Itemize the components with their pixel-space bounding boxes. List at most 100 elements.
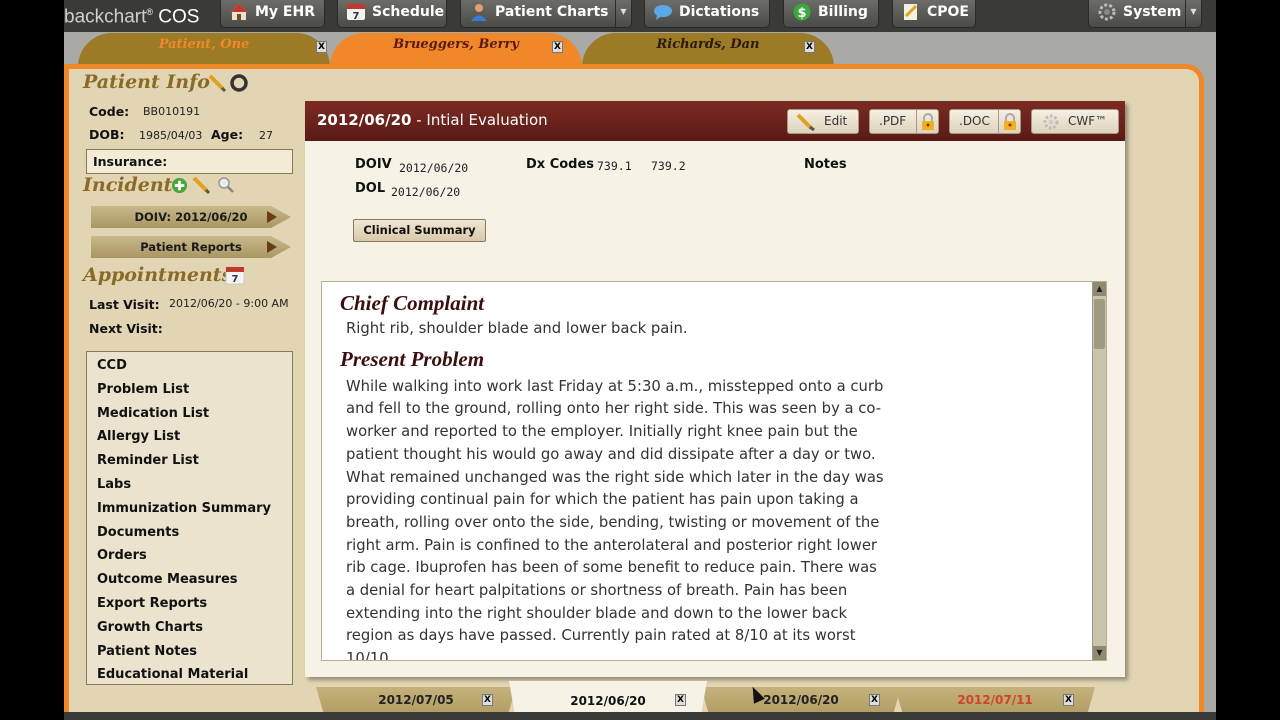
close-tab-icon[interactable]: X <box>316 41 327 53</box>
menu-item-labs[interactable]: Labs <box>87 474 292 498</box>
menu-item-documents[interactable]: Documents <box>87 522 292 546</box>
code-value: BB010191 <box>143 105 201 118</box>
nav-billing-button[interactable]: $ Billing <box>783 0 879 28</box>
dx-code: 739.2 <box>651 159 686 173</box>
patient-tab-richards-dan[interactable]: Richards, Dan X <box>582 33 834 67</box>
close-tab-icon[interactable]: X <box>675 694 686 706</box>
nav-schedule-button[interactable]: 7 Schedule <box>337 0 447 28</box>
menu-item-outcome-measures[interactable]: Outcome Measures <box>87 569 292 593</box>
calendar-icon[interactable]: 7 <box>225 266 245 285</box>
cwf-button[interactable]: CWF™ <box>1031 109 1119 134</box>
next-visit-label: Next Visit: <box>89 321 163 336</box>
edit-button[interactable]: Edit <box>787 109 859 134</box>
chart-sections-menu: CCD Problem List Medication List Allergy… <box>86 351 293 685</box>
scroll-down-arrow-icon[interactable]: ▼ <box>1093 646 1106 660</box>
cwf-label: CWF™ <box>1068 114 1108 128</box>
visit-tab[interactable]: 2012/06/20 X <box>701 687 901 715</box>
pdf-button[interactable]: .PDF <box>869 109 939 134</box>
doc-button[interactable]: .DOC <box>949 109 1021 134</box>
close-tab-icon[interactable]: X <box>869 694 880 706</box>
nav-label: System <box>1123 4 1182 20</box>
gear-icon <box>1043 114 1059 130</box>
insurance-box[interactable]: Insurance: <box>86 149 293 174</box>
visit-tab[interactable]: 2012/07/05 X <box>316 687 516 715</box>
scrollbar-thumb[interactable] <box>1094 299 1105 349</box>
scroll-up-arrow-icon[interactable]: ▲ <box>1093 282 1106 296</box>
patient-reports-button[interactable]: Patient Reports <box>91 236 291 258</box>
age-value: 27 <box>259 129 273 142</box>
search-incident-icon[interactable] <box>217 176 235 194</box>
clinical-summary-button[interactable]: Clinical Summary <box>353 219 486 242</box>
lock-icon <box>998 110 1020 133</box>
menu-item-allergy-list[interactable]: Allergy List <box>87 426 292 450</box>
calendar-icon: 7 <box>347 4 365 21</box>
svg-text:7: 7 <box>353 11 360 21</box>
speech-bubble-icon <box>654 5 672 20</box>
gear-icon <box>1098 3 1116 21</box>
visit-tab[interactable]: 2012/07/11 X <box>895 687 1095 715</box>
nav-patient-charts-button[interactable]: Patient Charts ▼ <box>460 0 632 28</box>
menu-item-patient-notes[interactable]: Patient Notes <box>87 641 292 665</box>
section-heading: Chief Complaint <box>340 291 485 315</box>
age-label: Age: <box>211 127 244 142</box>
patient-chart-frame: Patient Info Code: BB010191 DOB: 1985/04… <box>64 64 1204 718</box>
dollar-icon: $ <box>793 3 811 21</box>
dob-value: 1985/04/03 <box>139 129 203 142</box>
nav-cpoe-button[interactable]: CPOE <box>892 0 976 28</box>
menu-item-educational-material[interactable]: Educational Material <box>87 664 292 688</box>
code-label: Code: <box>89 104 130 119</box>
nav-my-ehr-button[interactable]: My EHR <box>220 0 325 28</box>
app-window: backchart® COS My EHR 7 Schedule Patient… <box>64 0 1216 720</box>
visit-tab-active[interactable]: 2012/06/20 X <box>509 681 707 715</box>
doiv-label: DOIV <box>355 157 392 172</box>
nav-label: Billing <box>818 4 868 20</box>
menu-item-problem-list[interactable]: Problem List <box>87 379 292 403</box>
person-icon <box>471 4 487 21</box>
nav-dictations-button[interactable]: Dictations <box>644 0 770 28</box>
app-logo: backchart® COS <box>64 0 199 28</box>
doiv-value: 2012/06/20 <box>399 161 469 175</box>
pencil-icon <box>796 113 815 131</box>
patient-reports-label: Patient Reports <box>140 240 242 254</box>
menu-item-immunization-summary[interactable]: Immunization Summary <box>87 498 292 522</box>
close-tab-icon[interactable]: X <box>1063 694 1074 706</box>
home-icon <box>230 4 248 20</box>
add-incident-icon[interactable] <box>171 177 188 194</box>
logo-text: backchart <box>64 6 147 28</box>
close-tab-icon[interactable]: X <box>804 41 815 53</box>
insurance-label: Insurance: <box>93 154 168 169</box>
visit-tab-label: 2012/06/20 <box>570 694 646 708</box>
close-tab-icon[interactable]: X <box>482 694 493 706</box>
menu-item-orders[interactable]: Orders <box>87 545 292 569</box>
patient-tab-patient-one[interactable]: Patient, One X <box>78 33 330 67</box>
menu-item-medication-list[interactable]: Medication List <box>87 403 292 427</box>
lock-icon <box>916 110 938 133</box>
system-dropdown-arrow[interactable]: ▼ <box>1185 0 1201 27</box>
nav-label: My EHR <box>255 4 315 20</box>
patient-charts-dropdown-arrow[interactable]: ▼ <box>615 0 631 27</box>
menu-item-export-reports[interactable]: Export Reports <box>87 593 292 617</box>
section-heading: Present Problem <box>340 346 485 371</box>
incident-heading: Incident <box>83 174 173 196</box>
notepad-icon <box>904 4 918 20</box>
svg-text:$: $ <box>797 6 806 21</box>
doiv-button[interactable]: DOIV: 2012/06/20 <box>91 206 291 228</box>
edit-label: Edit <box>824 114 848 128</box>
nav-label: Dictations <box>679 4 760 20</box>
patient-tab-brueggers-berry[interactable]: Brueggers, Berry X <box>330 33 582 67</box>
doiv-button-label: DOIV: 2012/06/20 <box>134 210 248 224</box>
menu-item-ccd[interactable]: CCD <box>87 355 292 379</box>
content-scrollbar[interactable]: ▲ ▼ <box>1092 282 1106 660</box>
document-panel: 2012/06/20 - Intial Evaluation Edit .PDF… <box>305 101 1125 677</box>
close-tab-icon[interactable]: X <box>552 41 563 53</box>
menu-item-growth-charts[interactable]: Growth Charts <box>87 617 292 641</box>
visit-tab-label: 2012/06/20 <box>763 693 839 707</box>
menu-item-reminder-list[interactable]: Reminder List <box>87 450 292 474</box>
dol-value: 2012/06/20 <box>391 185 461 199</box>
edit-incident-pencil-icon[interactable] <box>191 175 211 195</box>
refresh-ring-icon[interactable] <box>229 73 249 93</box>
last-visit-value: 2012/06/20 - 9:00 AM <box>169 297 289 310</box>
doc-label: .DOC <box>959 114 990 128</box>
nav-system-button[interactable]: System ▼ <box>1088 0 1202 28</box>
edit-pencil-icon[interactable] <box>207 73 227 93</box>
